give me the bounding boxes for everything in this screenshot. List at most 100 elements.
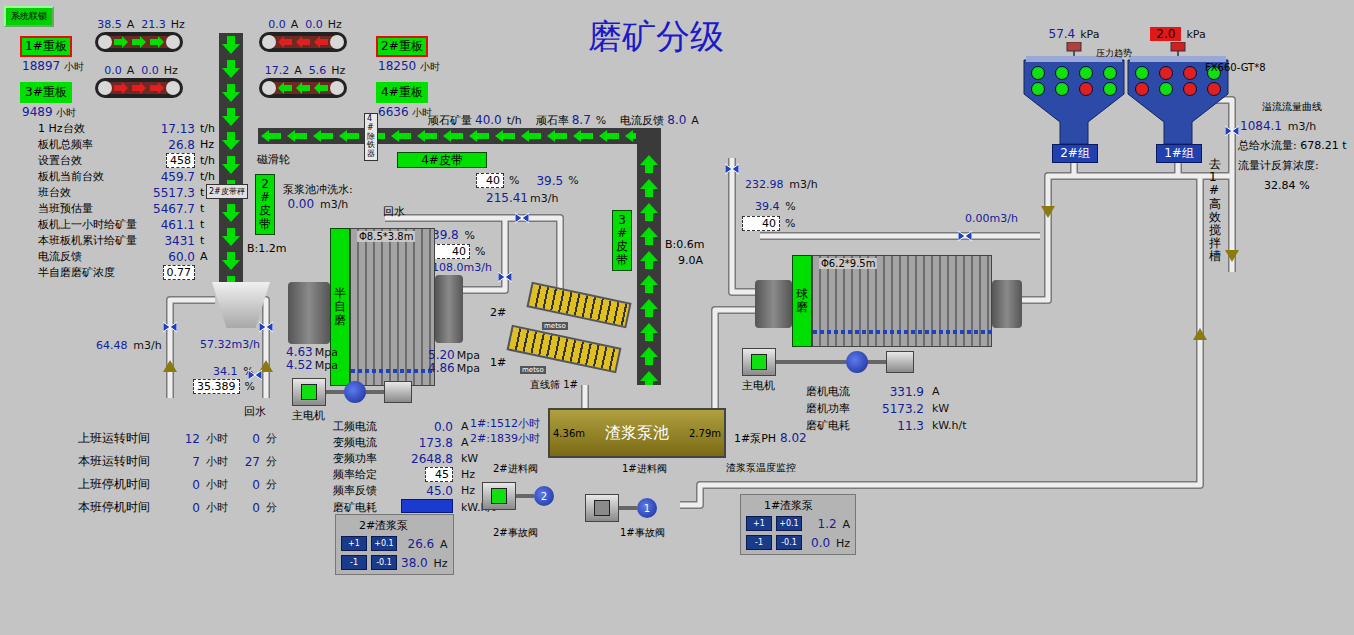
screen-label: 直线筛 1# — [530, 378, 578, 392]
ball-mill[interactable]: 球磨Φ6.2*9.5m — [792, 255, 992, 347]
sag-water: 39.8 %40%108.0m3/h — [432, 228, 492, 274]
belt-3 — [637, 128, 661, 385]
pump-panel-title: 1#渣浆泵 — [746, 498, 850, 513]
feeder-name[interactable]: 3#重板 — [20, 82, 72, 103]
adjust-button[interactable]: -0.1 — [371, 555, 397, 570]
feeder-tag: 3#重板 9489 小时 — [20, 64, 86, 120]
sump-flush-water: 泵浆池冲洗水:0.00 m3/h — [283, 182, 353, 211]
pump-panel-title: 2#渣浆泵 — [341, 518, 448, 533]
stat-unit: t — [200, 234, 215, 247]
stat-input[interactable]: 0.77 — [163, 265, 196, 280]
run-times: 上班运转时间12小时0分本班运转时间7小时27分上班停机时间0小时0分本班停机时… — [78, 430, 277, 516]
pump-motor-icon — [585, 494, 619, 522]
ball-mill-setpoint-input[interactable]: 40 — [742, 216, 780, 231]
sag-mill-discharge-end — [435, 275, 463, 343]
stat-label: 当班预估量 — [38, 201, 146, 216]
valve-icon[interactable] — [958, 229, 972, 243]
stat-unit: t — [200, 202, 215, 215]
density-setpoint-input[interactable]: 35.389 — [193, 379, 240, 394]
stat-label: 1 Hz台效 — [38, 121, 146, 136]
apron-feeder[interactable]: 3#重板 9489 小时 0.0A0.0Hz — [20, 64, 184, 120]
stat-label: 设置台效 — [38, 153, 146, 168]
adjust-button[interactable]: +0.1 — [776, 516, 802, 531]
adjust-button[interactable]: -1 — [746, 535, 772, 550]
ball-mill-drive-train — [742, 348, 914, 376]
belt-3-width: B:0.6m — [665, 238, 704, 251]
adjust-button[interactable]: +1 — [341, 536, 367, 551]
pipe-outlines — [170, 100, 1232, 505]
belt-2 — [219, 33, 243, 285]
valve-icon[interactable] — [725, 162, 739, 176]
feeder-name[interactable]: 2#重板 — [376, 36, 428, 57]
stat-value: 26.8 — [151, 138, 195, 152]
pump-motor-icon — [482, 482, 516, 510]
feeder-readings: 17.2A5.6Hz — [258, 64, 348, 77]
flow-arrow-icons — [163, 206, 1239, 372]
stat-label: 班台效 — [38, 185, 146, 200]
sag-water-setpoint[interactable]: 40 — [432, 244, 470, 259]
cyclone-group[interactable]: 57.4kPa2#组 — [1022, 26, 1126, 154]
sag-bearing-pressure: 5.20Mpa4.86Mpa — [428, 349, 480, 375]
stat-label: 本班板机累计给矿量 — [38, 233, 146, 248]
belt-scale: 2#皮带秤 — [206, 184, 248, 199]
apron-feeder[interactable]: 1#重板18897 小时38.5A21.3Hz — [20, 18, 184, 74]
valve-icon[interactable] — [259, 320, 273, 334]
stat-unit: A — [200, 250, 215, 263]
overflow-trend-link[interactable]: 溢流流量曲线 — [1238, 100, 1347, 114]
feeder-hours: 9489 小时 — [20, 105, 86, 120]
adjust-button[interactable]: -0.1 — [776, 535, 802, 550]
pump-head-icon: 2 — [534, 486, 554, 506]
stat-value: 461.1 — [151, 218, 195, 232]
apron-feeder[interactable]: 4#重板6636 小时17.2A5.6Hz — [258, 64, 442, 120]
stat-value: 5467.7 — [151, 202, 195, 216]
feeder-stats: 1 Hz台效17.13t/h板机总频率26.8Hz设置台效458t/h板机当前台… — [38, 121, 215, 280]
sag-mill[interactable]: 半自磨Φ8.5*3.8m — [330, 228, 435, 386]
pump-head-icon: 1 — [637, 498, 657, 518]
feed-hopper — [212, 282, 270, 328]
overflow-readings: 溢流流量曲线1084.1 m3/h总给水流量: 678.21 t流量计反算浓度:… — [1238, 100, 1347, 192]
return-water-label: 回水 — [244, 404, 266, 419]
valve-icon[interactable] — [163, 320, 177, 334]
valve-icon[interactable] — [515, 211, 529, 225]
adjust-button[interactable]: +0.1 — [371, 536, 397, 551]
feeder-readings: 0.0A0.0Hz — [94, 64, 184, 77]
frequency-setpoint[interactable]: 45 — [425, 467, 453, 482]
temperature-monitor-label[interactable]: 渣浆泵温度监控 — [726, 461, 796, 475]
belt-2-label: 2#皮带 — [255, 174, 275, 235]
adjust-button[interactable]: -1 — [341, 555, 367, 570]
valve-icon[interactable] — [248, 368, 262, 382]
screen-number: 1# — [490, 356, 506, 369]
main-motor-icon[interactable] — [292, 378, 326, 406]
feeder-belt-icon — [94, 77, 184, 99]
feeder-name[interactable]: 1#重板 — [20, 36, 72, 57]
valve-icon[interactable] — [498, 270, 512, 284]
pump-hours: 1#:1512小时2#:1839小时 — [470, 416, 540, 446]
stat-input[interactable]: 458 — [166, 153, 195, 168]
screen-water: 40%39.5%215.41m3/h — [476, 173, 579, 205]
stat-value: 60.0 — [151, 250, 195, 264]
pipes — [170, 100, 1232, 505]
cyclone-cluster-icon — [1126, 42, 1230, 154]
main-motor-icon[interactable] — [742, 348, 776, 376]
feeder-belt-icon — [94, 31, 184, 53]
feeder-readings: 38.5A21.3Hz — [94, 18, 184, 31]
adjust-button[interactable]: +1 — [746, 516, 772, 531]
cyclone-model: FX660-GT*8 — [1205, 62, 1266, 73]
stat-value: 3431 — [151, 234, 195, 248]
energy-bar — [401, 499, 453, 513]
feeder-tag: 2#重板18250 小时 — [376, 18, 442, 74]
sag-drive-train — [292, 378, 412, 406]
motor-icon — [384, 381, 412, 403]
cyclone-group[interactable]: 2.0kPa1#组 — [1126, 26, 1230, 154]
cyclone-cluster-icon — [1022, 42, 1126, 154]
pressure-trend-link[interactable]: 压力趋势 — [1096, 47, 1132, 60]
gearbox-icon — [344, 381, 366, 403]
screen-water-setpoint[interactable]: 40 — [476, 173, 504, 188]
main-motor-label: 主电机 — [742, 378, 775, 393]
slurry-pump[interactable]: 1 — [585, 494, 657, 522]
valve-icon[interactable] — [1225, 124, 1239, 138]
slurry-pump[interactable]: 2 — [482, 482, 554, 510]
interlock-button[interactable]: 系统联锁 — [4, 6, 54, 27]
feeder-name[interactable]: 4#重板 — [376, 82, 428, 103]
slurry-pump-panel: 2#渣浆泵+1+0.126.6 A-1-0.138.0 Hz — [335, 514, 454, 575]
